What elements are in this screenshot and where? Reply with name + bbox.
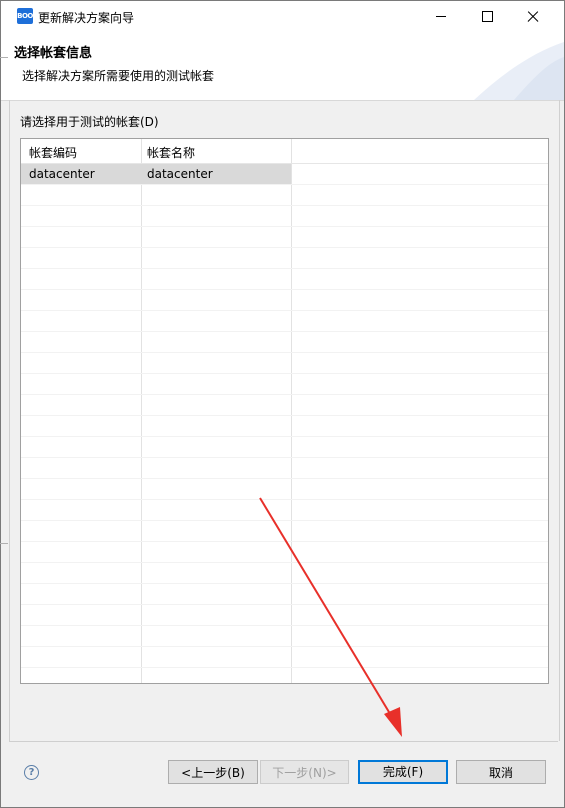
- column-separator: [291, 139, 292, 683]
- cell-account-code: datacenter: [29, 167, 95, 181]
- wizard-content: 请选择用于测试的帐套(D) 帐套编码 帐套名称 datacenter datac…: [9, 100, 560, 741]
- column-header-name[interactable]: 帐套名称: [147, 144, 195, 161]
- finish-button[interactable]: 完成(F): [358, 760, 448, 784]
- background-edge: [0, 543, 8, 544]
- footer-divider: [9, 741, 558, 742]
- help-icon[interactable]: ?: [24, 765, 39, 780]
- page-description: 选择解决方案所需要使用的测试帐套: [22, 69, 215, 83]
- title-bar: BOO 更新解决方案向导: [1, 1, 564, 32]
- cancel-button[interactable]: 取消: [456, 760, 546, 784]
- column-header-code[interactable]: 帐套编码: [29, 144, 77, 161]
- maximize-button[interactable]: [464, 1, 510, 32]
- account-table[interactable]: 帐套编码 帐套名称 datacenter datacenter: [20, 138, 549, 684]
- background-edge: [0, 57, 8, 58]
- window-title: 更新解决方案向导: [38, 11, 135, 25]
- account-prompt-label: 请选择用于测试的帐套(D): [20, 115, 159, 129]
- minimize-button[interactable]: [418, 1, 464, 32]
- page-title: 选择帐套信息: [14, 46, 93, 61]
- app-icon: BOO: [17, 8, 33, 24]
- wizard-window: BOO 更新解决方案向导 选择帐套信息 选择解决方案所需要使用的测试帐套 请选择…: [0, 0, 565, 808]
- cell-account-name: datacenter: [147, 167, 213, 181]
- back-button[interactable]: <上一步(B): [168, 760, 258, 784]
- wizard-header: 选择帐套信息 选择解决方案所需要使用的测试帐套: [1, 32, 564, 101]
- column-separator: [141, 139, 142, 683]
- next-button[interactable]: 下一步(N)>: [260, 760, 349, 784]
- header-decoration: [474, 42, 564, 100]
- table-header-row: 帐套编码 帐套名称: [21, 139, 548, 163]
- close-button[interactable]: [510, 1, 556, 32]
